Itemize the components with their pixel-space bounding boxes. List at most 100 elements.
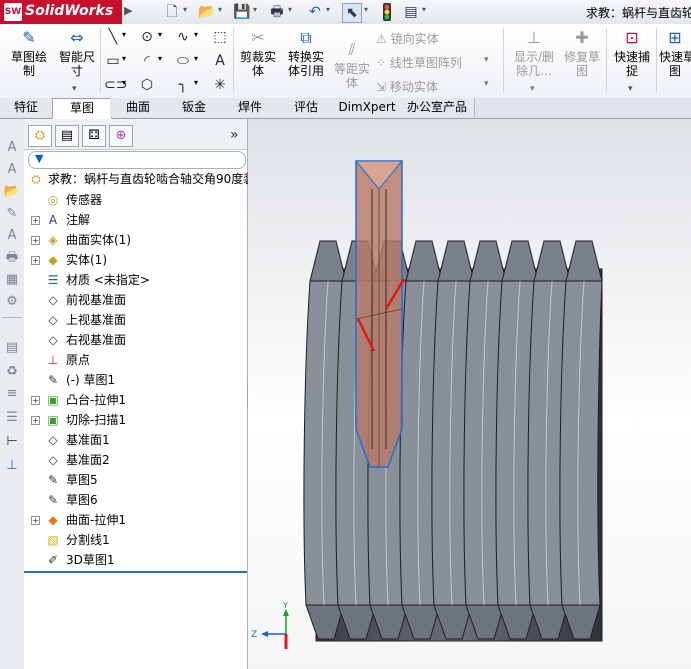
- spline-dropdown-icon[interactable]: ▾: [194, 30, 198, 39]
- open-dropdown-icon[interactable]: ▾: [218, 5, 222, 14]
- tree-item[interactable]: ◇ 右视基准面: [24, 330, 247, 350]
- options-dropdown-icon[interactable]: ▾: [422, 5, 426, 14]
- slot-dropdown-icon[interactable]: ▾: [122, 78, 126, 87]
- annotation-tool-icon[interactable]: A: [3, 139, 21, 157]
- linear-pattern-button[interactable]: ⁘ 线性草图阵列: [376, 54, 462, 71]
- sweep-cutter[interactable]: [354, 160, 404, 468]
- list-tool-icon[interactable]: ☰: [3, 409, 21, 427]
- rectangle-dropdown-icon[interactable]: ▾: [122, 54, 126, 63]
- tab-2[interactable]: 曲面: [110, 98, 167, 117]
- tree-filter-input[interactable]: ▼: [28, 151, 246, 169]
- gear-tool-icon[interactable]: ⚙: [3, 293, 21, 311]
- tree-item[interactable]: ▧ 分割线1: [24, 530, 247, 550]
- property-manager-tab-icon[interactable]: ▤: [55, 125, 79, 147]
- tree-item[interactable]: ⊥ 原点: [24, 350, 247, 370]
- worm-model[interactable]: Y Z: [248, 119, 691, 669]
- save-icon[interactable]: 💾: [233, 3, 251, 21]
- tree-item[interactable]: ◎ 传感器: [24, 190, 247, 210]
- tree-item[interactable]: ✎ 草图5: [24, 470, 247, 490]
- fillet-icon[interactable]: ╮: [174, 76, 192, 94]
- tab-7[interactable]: 办公室产品: [400, 98, 475, 117]
- trim-entities-button[interactable]: ✂ 剪裁实 体: [237, 24, 279, 78]
- construction-geometry-icon[interactable]: ⬚: [211, 28, 229, 46]
- convert-entities-button[interactable]: ⧉ 转换实 体引用: [283, 24, 329, 78]
- tree-item[interactable]: ☰ 材质 <未指定>: [24, 270, 247, 290]
- relations-dropdown-icon[interactable]: ▾: [530, 84, 535, 94]
- select-icon[interactable]: ⬉: [342, 3, 362, 23]
- tree-item[interactable]: ✎ (-) 草图1: [24, 370, 247, 390]
- configuration-tab-icon[interactable]: ⚃: [82, 125, 106, 147]
- fillet-dropdown-icon[interactable]: ▾: [194, 78, 198, 87]
- new-icon[interactable]: 🗋: [163, 3, 181, 21]
- edit-tool-icon[interactable]: ✎: [3, 205, 21, 223]
- rapid-sketch-button[interactable]: ⊞ 快速草 图: [659, 24, 691, 78]
- chart-tool-icon[interactable]: ▦: [3, 271, 21, 289]
- undo-icon[interactable]: ↶: [306, 3, 324, 21]
- tree-item[interactable]: ◇ 上视基准面: [24, 310, 247, 330]
- sketch-button[interactable]: ✎ 草图绘 制: [6, 24, 52, 78]
- circle-icon[interactable]: ⊙: [138, 28, 156, 46]
- tab-3[interactable]: 钣金: [166, 98, 223, 117]
- menu-arrow-icon[interactable]: ▶: [124, 4, 132, 17]
- expand-icon[interactable]: +: [31, 216, 40, 225]
- print-dropdown-icon[interactable]: ▾: [288, 5, 292, 14]
- ellipse-dropdown-icon[interactable]: ▾: [194, 54, 198, 63]
- print-tool-icon[interactable]: 🖶: [3, 249, 21, 267]
- tab-0[interactable]: 特征: [0, 98, 53, 117]
- offset-entities-button[interactable]: ⫽ 等距实 体: [331, 36, 373, 90]
- arc-dropdown-icon[interactable]: ▾: [158, 54, 162, 63]
- tree-item[interactable]: ✐ 3D草图1: [24, 550, 247, 570]
- select-dropdown-icon[interactable]: ▾: [364, 5, 368, 14]
- note-tool-icon[interactable]: A: [3, 161, 21, 179]
- tree-item[interactable]: + ◆ 实体(1): [24, 250, 247, 270]
- tab-4[interactable]: 焊件: [222, 98, 279, 117]
- display-delete-relations-button[interactable]: ⊥ 显示/删 除几…: [510, 24, 558, 78]
- rectangle-icon[interactable]: ▭: [104, 52, 122, 70]
- dimension-tool-icon[interactable]: ⊢: [3, 433, 21, 451]
- traffic-light-icon[interactable]: [378, 3, 396, 21]
- tab-1[interactable]: 草图: [52, 98, 112, 119]
- tree-item[interactable]: ◇ 前视基准面: [24, 290, 247, 310]
- text-icon[interactable]: A: [211, 52, 229, 70]
- repair-sketch-button[interactable]: ✚ 修复草 图: [561, 24, 603, 78]
- tree-item[interactable]: ◇ 基准面2: [24, 450, 247, 470]
- save-dropdown-icon[interactable]: ▾: [253, 5, 257, 14]
- tab-6[interactable]: DimXpert: [334, 98, 401, 117]
- baseline-tool-icon[interactable]: ⊥: [3, 457, 21, 475]
- tree-item[interactable]: + ▣ 凸台-拉伸1: [24, 390, 247, 410]
- quick-snaps-button[interactable]: ⊡ 快速捕 捉: [611, 24, 653, 78]
- format-tool-icon[interactable]: A: [3, 227, 21, 245]
- linear-pattern-dropdown-icon[interactable]: ▾: [484, 55, 489, 65]
- mirror-entities-button[interactable]: ⚠ 镜向实体: [376, 30, 439, 47]
- move-dropdown-icon[interactable]: ▾: [484, 79, 489, 89]
- tree-item[interactable]: + ▣ 切除-扫描1: [24, 410, 247, 430]
- point-icon[interactable]: ✳: [211, 76, 229, 94]
- undo-dropdown-icon[interactable]: ▾: [326, 5, 330, 14]
- new-dropdown-icon[interactable]: ▾: [183, 5, 187, 14]
- tree-item[interactable]: + ◈ 曲面实体(1): [24, 230, 247, 250]
- spline-icon[interactable]: ∿: [174, 28, 192, 46]
- folder-tool-icon[interactable]: 📂: [3, 183, 21, 201]
- expand-tabs-icon[interactable]: »: [230, 127, 239, 143]
- polygon-icon[interactable]: ⬡: [138, 76, 156, 94]
- tree-item[interactable]: + ◆ 曲面-拉伸1: [24, 510, 247, 530]
- tab-5[interactable]: 评估: [278, 98, 335, 117]
- layers-tool-icon[interactable]: ≡: [3, 385, 21, 403]
- quick-snap-dropdown-icon[interactable]: ▾: [628, 84, 633, 94]
- solidworks-logo[interactable]: SW SolidWorks: [0, 0, 122, 24]
- expand-icon[interactable]: +: [31, 256, 40, 265]
- print-icon[interactable]: 🖶: [268, 3, 286, 21]
- expand-icon[interactable]: +: [31, 416, 40, 425]
- tree-item[interactable]: ✎ 草图6: [24, 490, 247, 510]
- graphics-area[interactable]: Y Z: [248, 119, 691, 669]
- line-icon[interactable]: ╲: [104, 28, 122, 46]
- line-dropdown-icon[interactable]: ▾: [122, 30, 126, 39]
- dimxpert-tab-icon[interactable]: ⊕: [109, 125, 133, 147]
- circle-dropdown-icon[interactable]: ▾: [158, 30, 162, 39]
- arc-icon[interactable]: ◜: [138, 52, 156, 70]
- smart-dimension-button[interactable]: ⇔ 智能尺 寸: [54, 24, 100, 78]
- tree-root[interactable]: ⛭ 求教：蜗杆与直齿轮啮合轴交角90度装: [24, 169, 255, 189]
- tree-item[interactable]: + A 注解: [24, 210, 247, 230]
- feature-tree-tab-icon[interactable]: ⛭: [28, 125, 52, 147]
- slot-icon[interactable]: ⊂⊃: [104, 76, 127, 94]
